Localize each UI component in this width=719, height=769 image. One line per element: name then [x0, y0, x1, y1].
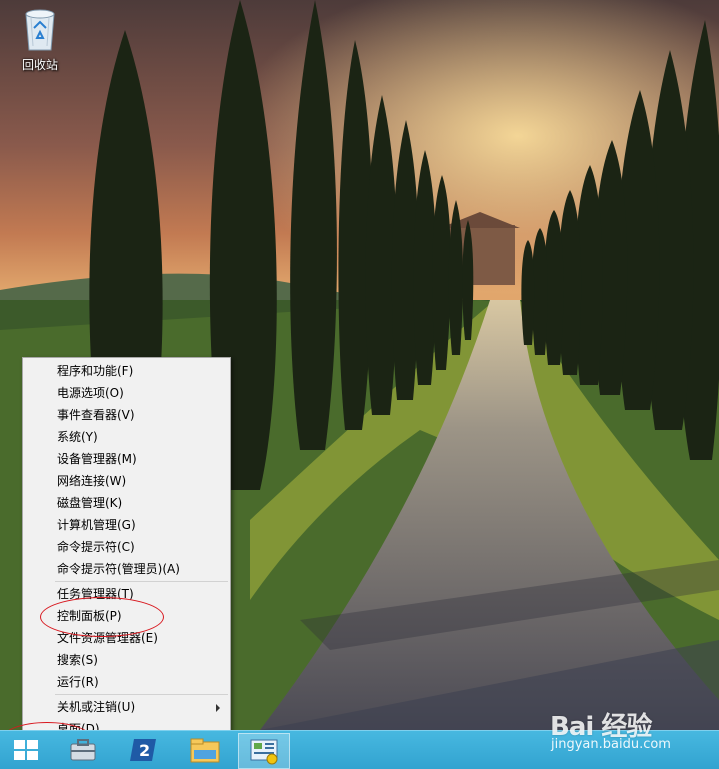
menu-item-label: 事件查看器(V) — [57, 408, 135, 422]
menu-item-label: 网络连接(W) — [57, 474, 127, 488]
menu-item[interactable]: 磁盘管理(K) — [23, 492, 230, 514]
menu-item-label: 电源选项(O) — [57, 386, 124, 400]
menu-item[interactable]: 文件资源管理器(E) — [23, 627, 230, 649]
menu-item-label: 设备管理器(M) — [57, 452, 137, 466]
recycle-bin-label: 回收站 — [21, 58, 58, 72]
menu-item[interactable]: 程序和功能(F) — [23, 360, 230, 382]
menu-item[interactable]: 电源选项(O) — [23, 382, 230, 404]
menu-item-label: 磁盘管理(K) — [57, 496, 123, 510]
baidu-jingyan-logo: Bai 经验 — [550, 712, 652, 742]
menu-item-label: 文件资源管理器(E) — [57, 631, 158, 645]
menu-item[interactable]: 控制面板(P) — [23, 605, 230, 627]
start-button[interactable] — [0, 731, 52, 769]
menu-item-label: 搜索(S) — [57, 653, 98, 667]
menu-item[interactable]: 任务管理器(T) — [23, 583, 230, 605]
recycle-bin-desktop-icon[interactable]: 回收站 — [10, 4, 70, 78]
menu-item-label: 任务管理器(T) — [57, 587, 134, 601]
menu-item-label: 系统(Y) — [57, 430, 98, 444]
menu-item-label: 程序和功能(F) — [57, 364, 134, 378]
windows-logo-icon — [14, 740, 38, 760]
menu-item[interactable]: 事件查看器(V) — [23, 404, 230, 426]
menu-item-label: 控制面板(P) — [57, 609, 122, 623]
taskbar-powershell-button[interactable]: 2 — [118, 733, 168, 767]
menu-item[interactable]: 命令提示符(管理员)(A) — [23, 558, 230, 580]
file-explorer-icon — [190, 738, 220, 763]
menu-item[interactable]: 网络连接(W) — [23, 470, 230, 492]
recycle-bin-icon — [25, 9, 55, 51]
menu-separator — [55, 581, 228, 582]
taskbar-server-manager-button[interactable] — [58, 733, 108, 767]
menu-item-label: 计算机管理(G) — [57, 518, 136, 532]
taskbar-control-panel-button[interactable] — [238, 733, 290, 769]
menu-separator — [55, 694, 228, 695]
powershell-icon: 2 — [130, 739, 156, 761]
watermark-url: jingyan.baidu.com — [551, 737, 671, 752]
menu-item-label: 运行(R) — [57, 675, 99, 689]
server-manager-icon — [70, 739, 96, 761]
menu-item[interactable]: 命令提示符(C) — [23, 536, 230, 558]
menu-item[interactable]: 计算机管理(G) — [23, 514, 230, 536]
menu-item[interactable]: 设备管理器(M) — [23, 448, 230, 470]
taskbar-file-explorer-button[interactable] — [180, 733, 230, 767]
menu-item[interactable]: 关机或注销(U) — [23, 696, 230, 718]
menu-item[interactable]: 运行(R) — [23, 671, 230, 693]
menu-item[interactable]: 搜索(S) — [23, 649, 230, 671]
menu-item-label: 命令提示符(管理员)(A) — [57, 562, 180, 576]
menu-item-label: 关机或注销(U) — [57, 700, 136, 714]
submenu-arrow-icon — [216, 704, 220, 712]
quick-link-context-menu: 程序和功能(F) 电源选项(O) 事件查看器(V) 系统(Y) 设备管理器(M) 网络连接… — [22, 357, 231, 743]
menu-item[interactable]: 系统(Y) — [23, 426, 230, 448]
menu-item-label: 命令提示符(C) — [57, 540, 135, 554]
svg-text:2: 2 — [139, 741, 150, 760]
control-panel-icon — [250, 739, 278, 765]
